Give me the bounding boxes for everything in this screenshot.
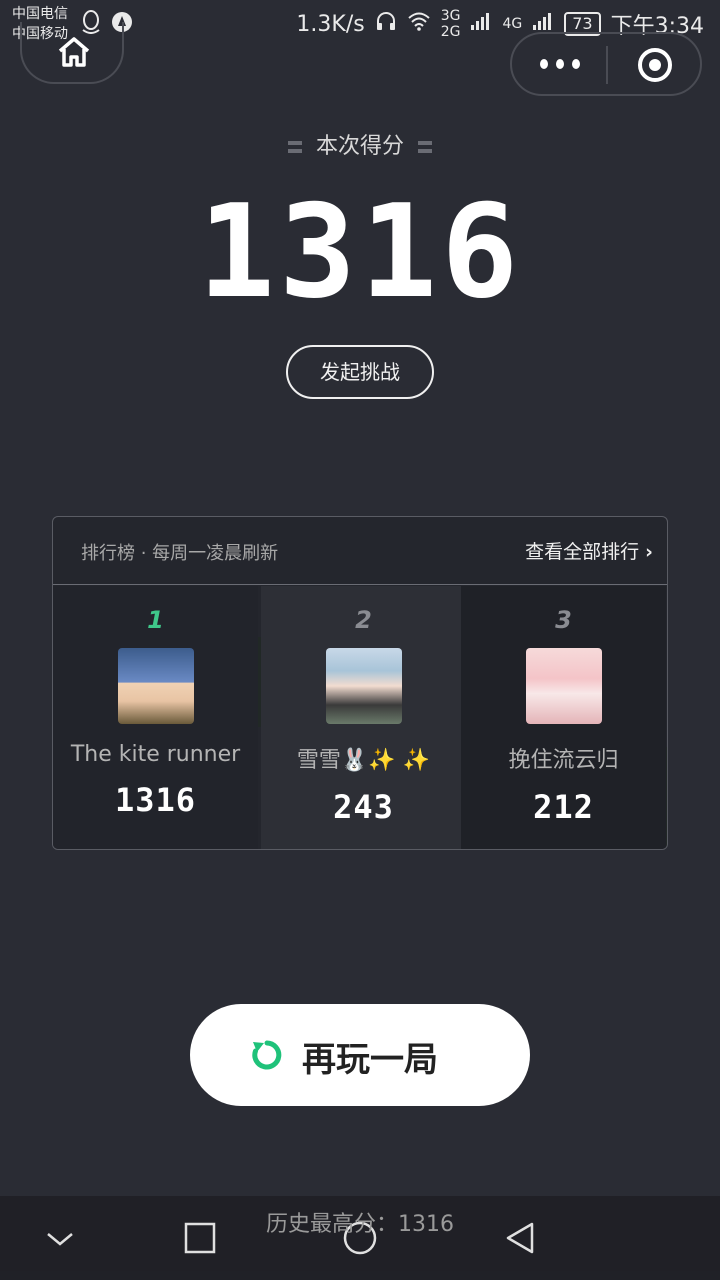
avatar bbox=[117, 648, 194, 724]
score-value: 1316 bbox=[197, 178, 523, 327]
ranking-entry[interactable]: 1 The kite runner 1316 bbox=[53, 586, 258, 849]
wifi-icon bbox=[407, 11, 431, 37]
replay-button[interactable]: 再玩一局 bbox=[190, 1004, 530, 1106]
close-miniprogram-button[interactable] bbox=[638, 48, 672, 82]
decor-bars-left bbox=[287, 141, 302, 153]
more-dot-icon bbox=[572, 59, 580, 69]
player-score: 1316 bbox=[114, 781, 197, 819]
more-dot-icon bbox=[556, 59, 564, 69]
home-button[interactable] bbox=[20, 22, 124, 84]
player-name: The kite runner bbox=[70, 742, 241, 767]
ranking-header: 排行榜 · 每周一凌晨刷新 查看全部排行 › bbox=[53, 517, 667, 585]
network-label-1: 3G bbox=[440, 8, 461, 24]
ranking-entry[interactable]: 3 挽住流云归 212 bbox=[461, 586, 666, 849]
network-label-3: 4G bbox=[502, 16, 523, 32]
network-label-2: 2G bbox=[440, 24, 461, 40]
signal-icon-1 bbox=[470, 11, 492, 37]
capsule-divider bbox=[606, 46, 608, 84]
carrier-1: 中国电信 bbox=[12, 6, 68, 22]
avatar bbox=[525, 648, 602, 724]
player-score: 212 bbox=[533, 788, 594, 826]
player-name: 雪雪🐰✨ ✨ bbox=[296, 748, 431, 773]
network-speed: 1.3K/s bbox=[296, 11, 365, 37]
score-label: 本次得分 bbox=[0, 128, 720, 160]
ranking-panel: 排行榜 · 每周一凌晨刷新 查看全部排行 › 1 The kite runner… bbox=[52, 516, 668, 850]
challenge-button[interactable]: 发起挑战 bbox=[286, 345, 434, 399]
rank-number: 2 bbox=[355, 606, 372, 634]
decor-bars-right bbox=[418, 141, 432, 153]
headphone-icon bbox=[375, 10, 397, 38]
home-icon bbox=[58, 37, 90, 67]
view-all-label: 查看全部排行 bbox=[525, 541, 640, 563]
ranking-title: 排行榜 · 每周一凌晨刷新 bbox=[81, 543, 279, 564]
history-best-score: 历史最高分：1316 bbox=[266, 1212, 454, 1237]
chevron-right-icon: › bbox=[645, 541, 653, 563]
replay-icon bbox=[252, 1040, 282, 1070]
ranking-entry[interactable]: 2 雪雪🐰✨ ✨ 243 bbox=[261, 586, 466, 849]
player-score: 243 bbox=[333, 788, 394, 826]
score-label-text: 本次得分 bbox=[315, 134, 404, 159]
replay-label: 再玩一局 bbox=[302, 1040, 438, 1080]
player-name: 挽住流云归 bbox=[508, 748, 619, 773]
miniprogram-capsule bbox=[510, 32, 702, 96]
more-dot-icon bbox=[540, 59, 548, 69]
signal-indicator-1: 3G 2G bbox=[441, 8, 461, 40]
more-menu-button[interactable] bbox=[540, 54, 580, 74]
view-all-ranking-link[interactable]: 查看全部排行 › bbox=[525, 537, 653, 564]
avatar bbox=[325, 648, 402, 724]
rank-number: 3 bbox=[555, 606, 572, 634]
rank-number: 1 bbox=[147, 606, 164, 634]
